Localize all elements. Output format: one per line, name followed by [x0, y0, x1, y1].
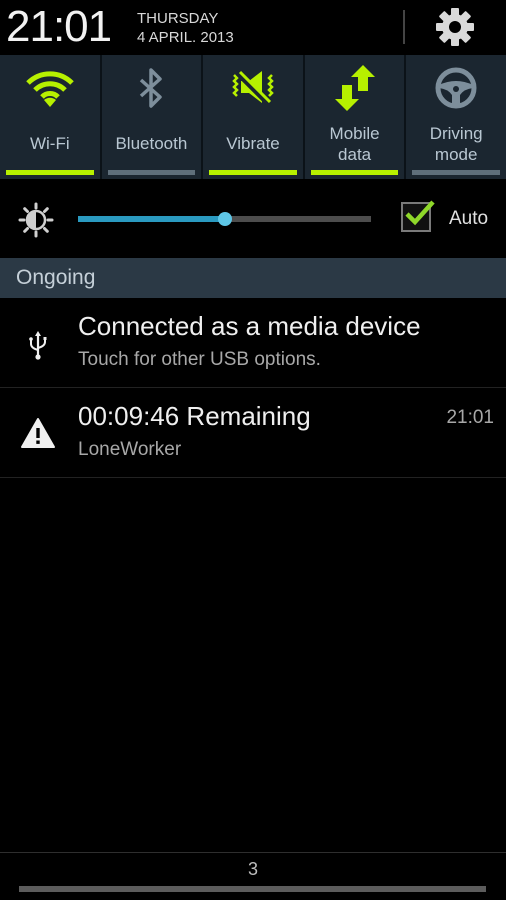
tile-label: Bluetooth: [115, 134, 188, 153]
tile-vibrate[interactable]: Vibrate: [203, 55, 305, 179]
drag-handle[interactable]: [19, 886, 486, 892]
warning-icon: [21, 418, 55, 448]
section-title: Ongoing: [16, 266, 96, 289]
brightness-slider[interactable]: [78, 212, 371, 226]
gear-icon[interactable]: [435, 7, 475, 47]
notification-loneworker[interactable]: 00:09:46 Remaining LoneWorker 21:01: [0, 389, 506, 478]
tile-mobile-data[interactable]: Mobile data: [305, 55, 407, 179]
tile-status-bar: [412, 170, 500, 175]
tile-wifi[interactable]: Wi-Fi: [0, 55, 102, 179]
day-label: THURSDAY: [137, 10, 219, 27]
section-header: Ongoing: [0, 258, 506, 298]
notification-time: 21:01: [446, 407, 494, 428]
auto-brightness-checkbox[interactable]: [401, 200, 435, 232]
quick-settings-panel: Wi-Fi Bluetooth Vibrate Mobile data Driv…: [0, 55, 506, 179]
tile-label: Vibrate: [226, 134, 280, 153]
notification-subtitle: Touch for other USB options.: [78, 349, 321, 370]
tile-label-line1: Driving: [429, 124, 483, 143]
tile-label: Wi-Fi: [29, 134, 70, 153]
date-display: THURSDAY 4 APRIL. 2013: [137, 9, 234, 47]
tile-status-bar: [310, 170, 399, 175]
tile-status-bar: [6, 170, 94, 175]
wifi-icon: [26, 71, 74, 107]
notification-title: 00:09:46 Remaining: [78, 401, 311, 431]
mobile-data-icon: [334, 65, 375, 111]
auto-brightness-label: Auto: [449, 208, 489, 229]
steering-wheel-icon: [435, 67, 477, 109]
tile-status-bar: [107, 170, 196, 175]
tile-label-line2: data: [338, 145, 372, 164]
clock: 21:01: [6, 2, 112, 51]
tile-bluetooth[interactable]: Bluetooth: [102, 55, 204, 179]
tile-driving-mode[interactable]: Driving mode: [406, 55, 506, 179]
brightness-icon: [18, 202, 54, 238]
notification-subtitle: LoneWorker: [78, 439, 182, 460]
footer-divider: [0, 852, 506, 853]
notification-title: Connected as a media device: [78, 311, 421, 341]
notification-header: 21:01 THURSDAY 4 APRIL. 2013: [0, 0, 506, 55]
brightness-slider-thumb[interactable]: [217, 212, 232, 226]
brightness-slider-fill: [78, 216, 225, 222]
checkmark-icon: [405, 200, 435, 226]
notification-count: 3: [247, 859, 258, 879]
date-label: 4 APRIL. 2013: [137, 29, 234, 46]
bluetooth-icon: [140, 68, 163, 108]
usb-icon: [29, 331, 47, 360]
brightness-row: Auto: [0, 179, 506, 258]
notification-usb[interactable]: Connected as a media device Touch for ot…: [0, 299, 506, 388]
tile-status-bar: [209, 170, 297, 175]
tile-label-line1: Mobile: [329, 124, 380, 143]
tile-label: Driving mode: [406, 123, 506, 165]
header-divider: [403, 10, 405, 44]
tile-label-line2: mode: [434, 145, 478, 164]
tile-label: Mobile data: [305, 123, 405, 165]
vibrate-icon: [232, 70, 274, 106]
